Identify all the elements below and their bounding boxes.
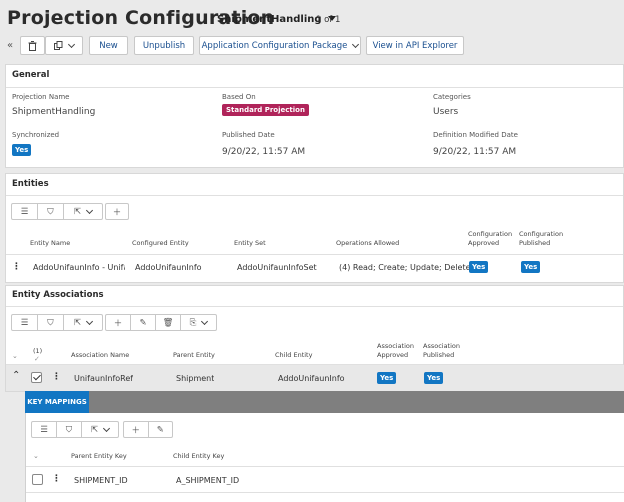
row-kebab-icon[interactable]: ⋮ [52,474,61,484]
assoc-published-badge: Yes [424,372,444,384]
chevron-down-icon [103,424,111,432]
based-on-label: Based On [222,93,256,101]
export-dropdown[interactable]: ⇱ [82,422,118,437]
delete-button[interactable] [20,36,45,55]
published-date-label: Published Date [222,131,275,139]
associations-edit-toolbar: ＋ ✎ 🗑 ⎘ [105,314,217,331]
operations-cell: (4) Read; Create; Update; Delete [339,263,471,272]
key-mappings-grid-toolbar: ☰ ⛉ ⇱ [31,421,119,438]
col-entity-name[interactable]: Entity Name [30,239,70,248]
general-title: General [12,70,50,80]
col-parent-entity[interactable]: Parent Entity [173,351,215,360]
col-configured-entity[interactable]: Configured Entity [132,239,189,248]
entity-set-cell: AddoUnifaunInfoSet [237,263,317,272]
filter-icon[interactable]: ⛉ [38,315,64,330]
associations-title: Entity Associations [12,290,104,300]
key-mappings-tabbar [25,391,624,413]
add-icon[interactable]: ＋ [106,315,131,330]
col-config-published[interactable]: Configuration Published [519,230,563,248]
export-dropdown[interactable]: ⇱ [64,204,102,219]
copy-dropdown[interactable]: ⎘ [181,315,216,330]
definition-modified-label: Definition Modified Date [433,131,518,139]
entities-title: Entities [12,179,49,189]
list-icon[interactable]: ☰ [32,422,57,437]
list-icon[interactable]: ☰ [12,315,38,330]
col-config-approved[interactable]: Configuration Approved [468,230,512,248]
select-all-chevron-icon[interactable]: ⌄ [12,352,18,360]
chevron-down-icon [67,40,76,48]
trash-icon[interactable]: 🗑 [156,315,181,330]
col-entity-set[interactable]: Entity Set [234,239,266,248]
chevron-down-icon [86,317,94,325]
row-checkbox[interactable] [32,474,43,485]
row-checkbox[interactable] [31,372,42,383]
parent-entity-cell: Shipment [176,374,215,383]
col-assoc-published[interactable]: Association Published [423,342,460,360]
col-child-entity[interactable]: Child Entity [275,351,312,360]
association-name-cell: UnifaunInfoRef [74,374,134,383]
col-assoc-approved[interactable]: Association Approved [377,342,414,360]
categories-value: Users [433,107,459,117]
configured-entity-cell: AddoUnifaunInfo [135,263,202,272]
add-entity-button[interactable]: ＋ [105,203,129,220]
parent-key-cell: SHIPMENT_ID [74,476,128,485]
general-card: General Projection Name ShipmentHandling… [5,64,624,168]
collapse-chevron-icon[interactable]: ⌃ [12,370,20,381]
check-icon: ✓ [34,355,40,363]
add-icon[interactable]: ＋ [124,422,149,437]
trash-icon [28,40,37,51]
col-child-entity-key[interactable]: Child Entity Key [173,452,224,461]
col-association-name[interactable]: Association Name [71,351,129,360]
filter-icon[interactable]: ⛉ [38,204,64,219]
edit-icon[interactable]: ✎ [131,315,156,330]
assoc-approved-badge: Yes [377,372,397,384]
app-config-package-label: Application Configuration Package [201,40,348,51]
row-kebab-icon[interactable]: ⋮ [12,262,21,272]
filter-icon[interactable]: ⛉ [57,422,82,437]
edit-icon[interactable]: ✎ [149,422,173,437]
double-chevron-left-icon[interactable]: « [7,40,13,51]
entities-card: Entities ☰ ⛉ ⇱ ＋ Entity Name Configured … [5,173,624,283]
list-icon[interactable]: ☰ [12,204,38,219]
key-mappings-panel: ☰ ⛉ ⇱ ＋ ✎ ⌄ Parent Entity Key Child Enti… [25,413,624,502]
col-operations[interactable]: Operations Allowed [336,239,399,248]
key-mappings-edit-toolbar: ＋ ✎ [123,421,173,438]
app-config-package-button[interactable]: Application Configuration Package [199,36,361,55]
entity-name-cell: AddoUnifaunInfo - Unifaun [33,263,125,272]
unpublish-button[interactable]: Unpublish [134,36,194,55]
projection-name-value: ShipmentHandling [12,107,96,117]
associations-grid-toolbar: ☰ ⛉ ⇱ [11,314,103,331]
associations-card: Entity Associations ☰ ⛉ ⇱ ＋ ✎ 🗑 ⎘ ⌄ (1) … [5,285,624,392]
select-all-chevron-icon[interactable]: ⌄ [33,452,39,460]
projection-name: ShipmentHandling [217,14,322,25]
page-count: 1 of 1 [316,15,341,25]
config-approved-badge: Yes [469,261,489,273]
config-published-badge: Yes [521,261,541,273]
new-button[interactable]: New [89,36,128,55]
definition-modified-value: 9/20/22, 11:57 AM [433,147,517,157]
tab-key-mappings[interactable]: KEY MAPPINGS [25,391,89,413]
based-on-badge: Standard Projection [222,104,309,116]
api-explorer-button[interactable]: View in API Explorer [366,36,464,55]
entities-grid-toolbar: ☰ ⛉ ⇱ [11,203,103,220]
child-entity-cell: AddoUnifaunInfo [278,374,345,383]
chevron-down-icon [86,206,94,214]
synchronized-label: Synchronized [12,131,60,139]
row-kebab-icon[interactable]: ⋮ [52,372,61,382]
published-date-value: 9/20/22, 11:57 AM [222,147,306,157]
chevron-down-icon [201,317,209,325]
child-key-cell: A_SHIPMENT_ID [176,476,240,485]
col-parent-entity-key[interactable]: Parent Entity Key [71,452,127,461]
projection-name-label: Projection Name [12,93,70,101]
categories-label: Categories [433,93,471,101]
copy-icon [54,40,63,50]
synchronized-badge: Yes [12,144,32,156]
chevron-down-icon [352,40,360,48]
copy-dropdown-button[interactable] [45,36,83,55]
export-dropdown[interactable]: ⇱ [64,315,102,330]
